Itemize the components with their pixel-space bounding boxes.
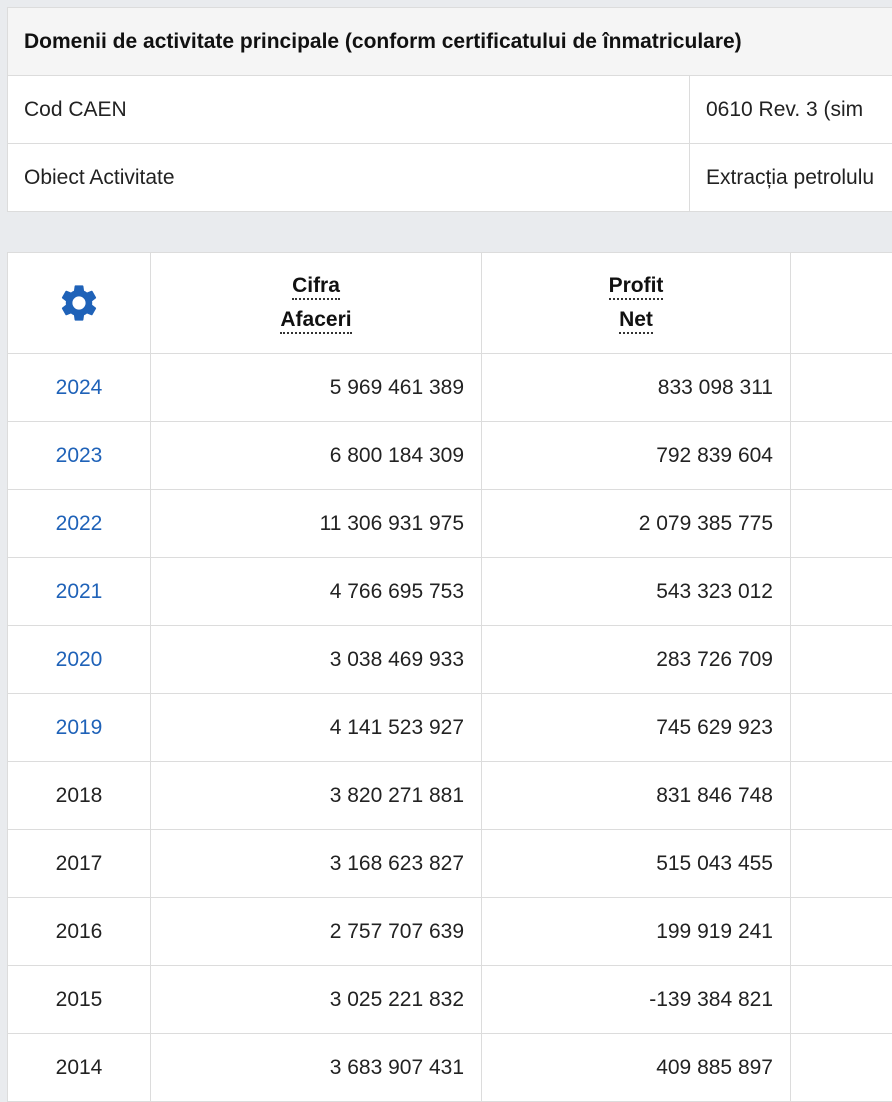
year-link[interactable]: 2024 [8, 354, 151, 422]
table-row: 2019 4 141 523 927 745 629 923 [8, 694, 892, 762]
year-cell: 2018 [8, 762, 151, 830]
header-cifra-afaceri[interactable]: Cifra Afaceri [151, 253, 482, 354]
header-extra-column [791, 253, 892, 354]
header-profit-net[interactable]: Profit Net [482, 253, 791, 354]
table-row: 2018 3 820 271 881 831 846 748 [8, 762, 892, 830]
extra-cell [791, 558, 892, 626]
cifra-afaceri-cell: 4 141 523 927 [151, 694, 482, 762]
financial-table-header: Cifra Afaceri Profit Net [8, 253, 892, 354]
year-cell: 2014 [8, 1034, 151, 1102]
extra-cell [791, 898, 892, 966]
year-link[interactable]: 2020 [8, 626, 151, 694]
cifra-afaceri-cell: 4 766 695 753 [151, 558, 482, 626]
cifra-afaceri-cell: 3 168 623 827 [151, 830, 482, 898]
activity-domains-title: Domenii de activitate principale (confor… [8, 8, 892, 76]
caen-code-row: Cod CAEN 0610 Rev. 3 (sim [8, 76, 892, 144]
cifra-afaceri-cell: 5 969 461 389 [151, 354, 482, 422]
extra-cell [791, 354, 892, 422]
extra-cell [791, 762, 892, 830]
cifra-afaceri-cell: 3 038 469 933 [151, 626, 482, 694]
year-link[interactable]: 2022 [8, 490, 151, 558]
table-row: 2024 5 969 461 389 833 098 311 [8, 354, 892, 422]
cifra-afaceri-cell: 2 757 707 639 [151, 898, 482, 966]
header-cifra-afaceri-line2: Afaceri [280, 308, 351, 334]
cifra-afaceri-cell: 3 025 221 832 [151, 966, 482, 1034]
profit-net-cell: 283 726 709 [482, 626, 791, 694]
profit-net-cell: 831 846 748 [482, 762, 791, 830]
year-link[interactable]: 2019 [8, 694, 151, 762]
table-row: 2021 4 766 695 753 543 323 012 [8, 558, 892, 626]
table-row: 2022 11 306 931 975 2 079 385 775 [8, 490, 892, 558]
caen-code-value: 0610 Rev. 3 (sim [690, 76, 892, 143]
financial-table: Cifra Afaceri Profit Net 2024 5 969 461 … [7, 252, 892, 1102]
profit-net-cell: 833 098 311 [482, 354, 791, 422]
caen-code-label: Cod CAEN [8, 76, 690, 143]
extra-cell [791, 966, 892, 1034]
gear-icon[interactable] [57, 281, 101, 325]
header-profit-net-line2: Net [619, 308, 653, 334]
extra-cell [791, 1034, 892, 1102]
extra-cell [791, 422, 892, 490]
header-profit-net-line1: Profit [609, 274, 664, 300]
profit-net-cell: 543 323 012 [482, 558, 791, 626]
year-cell: 2017 [8, 830, 151, 898]
extra-cell [791, 830, 892, 898]
cifra-afaceri-cell: 3 683 907 431 [151, 1034, 482, 1102]
table-row: 2014 3 683 907 431 409 885 897 [8, 1034, 892, 1102]
year-cell: 2015 [8, 966, 151, 1034]
table-row: 2016 2 757 707 639 199 919 241 [8, 898, 892, 966]
profit-net-cell: 2 079 385 775 [482, 490, 791, 558]
profit-net-cell: 792 839 604 [482, 422, 791, 490]
year-link[interactable]: 2023 [8, 422, 151, 490]
profit-net-cell: -139 384 821 [482, 966, 791, 1034]
activity-object-value: Extracția petrolulu [690, 144, 892, 211]
cifra-afaceri-cell: 3 820 271 881 [151, 762, 482, 830]
header-cifra-afaceri-line1: Cifra [292, 274, 340, 300]
table-row: 2017 3 168 623 827 515 043 455 [8, 830, 892, 898]
extra-cell [791, 626, 892, 694]
cifra-afaceri-cell: 11 306 931 975 [151, 490, 482, 558]
extra-cell [791, 490, 892, 558]
profit-net-cell: 745 629 923 [482, 694, 791, 762]
table-row: 2020 3 038 469 933 283 726 709 [8, 626, 892, 694]
year-link[interactable]: 2021 [8, 558, 151, 626]
activity-object-row: Obiect Activitate Extracția petrolulu [8, 144, 892, 211]
activity-domains-panel: Domenii de activitate principale (confor… [7, 7, 892, 212]
cifra-afaceri-cell: 6 800 184 309 [151, 422, 482, 490]
year-cell: 2016 [8, 898, 151, 966]
table-row: 2015 3 025 221 832 -139 384 821 [8, 966, 892, 1034]
extra-cell [791, 694, 892, 762]
profit-net-cell: 199 919 241 [482, 898, 791, 966]
profit-net-cell: 409 885 897 [482, 1034, 791, 1102]
table-row: 2023 6 800 184 309 792 839 604 [8, 422, 892, 490]
settings-header-cell [8, 253, 151, 354]
activity-object-label: Obiect Activitate [8, 144, 690, 211]
profit-net-cell: 515 043 455 [482, 830, 791, 898]
